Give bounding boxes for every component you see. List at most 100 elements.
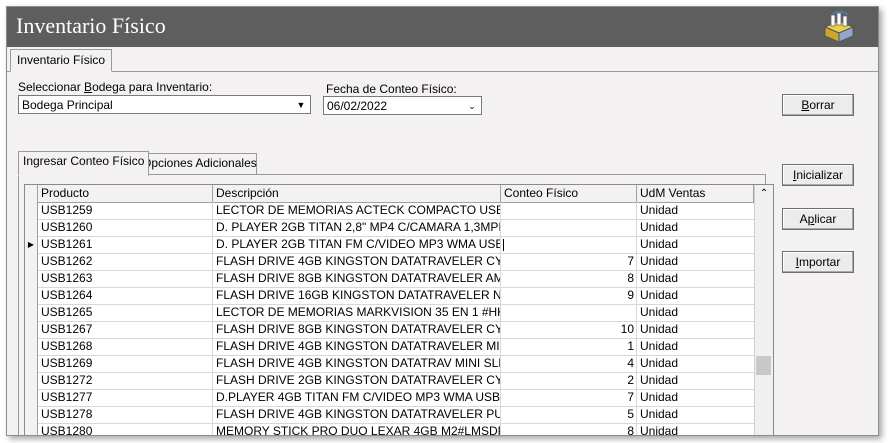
cell-producto[interactable]: USB1280 xyxy=(38,423,213,435)
cell-descripcion[interactable]: FLASH DRIVE 4GB KINGSTON DATATRAV MINI S… xyxy=(213,355,501,372)
cell-producto[interactable]: USB1272 xyxy=(38,372,213,389)
cell-descripcion[interactable]: LECTOR DE MEMORIAS ACTECK COMPACTO USB2,… xyxy=(213,202,501,219)
row-indicator xyxy=(25,406,38,423)
row-indicator xyxy=(25,202,38,219)
cell-conteo-editing[interactable] xyxy=(501,236,637,253)
cell-descripcion[interactable]: D. PLAYER 2GB TITAN 2,8" MP4 C/CAMARA 1,… xyxy=(213,219,501,236)
table-row[interactable]: USB1264 FLASH DRIVE 16GB KINGSTON DATATR… xyxy=(25,287,754,305)
grid-vertical-scrollbar[interactable]: ⌃ xyxy=(754,185,773,435)
cell-udm[interactable]: Unidad xyxy=(637,253,754,270)
inicializar-button[interactable]: Inicializar xyxy=(782,164,854,186)
cell-udm[interactable]: Unidad xyxy=(637,338,754,355)
inventory-window: Inventario Físico Inventario Físico Sele… xyxy=(6,6,879,436)
cell-conteo[interactable]: 9 xyxy=(501,287,637,304)
cell-conteo[interactable]: 1 xyxy=(501,338,637,355)
calendar-dropdown-icon[interactable]: ⌄ xyxy=(465,99,479,113)
table-row[interactable]: USB1272 FLASH DRIVE 2GB KINGSTON DATATRA… xyxy=(25,372,754,390)
table-row[interactable]: USB1262 FLASH DRIVE 4GB KINGSTON DATATRA… xyxy=(25,253,754,271)
cell-udm[interactable]: Unidad xyxy=(637,236,754,253)
scrollbar-thumb[interactable] xyxy=(756,356,771,375)
cell-producto[interactable]: USB1267 xyxy=(38,321,213,338)
aplicar-button[interactable]: Aplicar xyxy=(782,208,854,230)
cell-descripcion[interactable]: FLASH DRIVE 8GB KINGSTON DATATRAVELER AM… xyxy=(213,270,501,287)
cell-descripcion[interactable]: FLASH DRIVE 16GB KINGSTON DATATRAVELER N… xyxy=(213,287,501,304)
cell-descripcion[interactable]: FLASH DRIVE 4GB KINGSTON DATATRAVELER PU… xyxy=(213,406,501,423)
cell-descripcion[interactable]: MEMORY STICK PRO DUO LEXAR 4GB M2#LMSDP4… xyxy=(213,423,501,435)
cell-descripcion[interactable]: D. PLAYER 2GB TITAN FM C/VIDEO MP3 WMA U… xyxy=(213,236,501,253)
table-row[interactable]: USB1259 LECTOR DE MEMORIAS ACTECK COMPAC… xyxy=(25,202,754,220)
cell-producto[interactable]: USB1264 xyxy=(38,287,213,304)
table-row[interactable]: USB1267 FLASH DRIVE 8GB KINGSTON DATATRA… xyxy=(25,321,754,339)
table-row[interactable]: USB1269 FLASH DRIVE 4GB KINGSTON DATATRA… xyxy=(25,355,754,373)
cell-conteo[interactable]: 2 xyxy=(501,372,637,389)
cell-udm[interactable]: Unidad xyxy=(637,304,754,321)
cell-descripcion[interactable]: FLASH DRIVE 4GB KINGSTON DATATRAVELER CY… xyxy=(213,253,501,270)
table-row-current[interactable]: ▶ USB1261 D. PLAYER 2GB TITAN FM C/VIDEO… xyxy=(25,236,754,254)
chevron-down-icon[interactable]: ▼ xyxy=(294,98,308,112)
cell-udm[interactable]: Unidad xyxy=(637,321,754,338)
cell-udm[interactable]: Unidad xyxy=(637,270,754,287)
header-descripcion[interactable]: Descripción xyxy=(213,185,501,202)
fecha-label: Fecha de Conteo Físico: xyxy=(326,82,457,96)
cell-conteo[interactable]: 7 xyxy=(501,389,637,406)
tab-opciones-adicionales[interactable]: Opciones Adicionales xyxy=(137,153,257,175)
cell-producto[interactable]: USB1265 xyxy=(38,304,213,321)
header-conteo[interactable]: Conteo Físico xyxy=(501,185,637,202)
header-udm[interactable]: UdM Ventas xyxy=(637,185,754,202)
cell-producto[interactable]: USB1261 xyxy=(38,236,213,253)
cell-producto[interactable]: USB1278 xyxy=(38,406,213,423)
cell-udm[interactable]: Unidad xyxy=(637,202,754,219)
header-indicator xyxy=(25,185,38,202)
scroll-up-icon[interactable]: ⌃ xyxy=(757,187,771,201)
tab-panel: Producto Descripción Conteo Físico UdM V… xyxy=(18,174,774,435)
cell-udm[interactable]: Unidad xyxy=(637,355,754,372)
table-row[interactable]: USB1277 D.PLAYER 4GB TITAN FM C/VIDEO MP… xyxy=(25,389,754,407)
cell-udm[interactable]: Unidad xyxy=(637,287,754,304)
cell-descripcion[interactable]: D.PLAYER 4GB TITAN FM C/VIDEO MP3 WMA US… xyxy=(213,389,501,406)
cell-udm[interactable]: Unidad xyxy=(637,219,754,236)
cell-descripcion[interactable]: FLASH DRIVE 2GB KINGSTON DATATRAVELER CY… xyxy=(213,372,501,389)
table-row[interactable]: USB1268 FLASH DRIVE 4GB KINGSTON DATATRA… xyxy=(25,338,754,356)
inicializar-rest: nicializar xyxy=(796,168,844,182)
cell-descripcion[interactable]: FLASH DRIVE 4GB KINGSTON DATATRAVELER MI… xyxy=(213,338,501,355)
row-indicator xyxy=(25,219,38,236)
cell-udm[interactable]: Unidad xyxy=(637,406,754,423)
cell-conteo[interactable]: 8 xyxy=(501,270,637,287)
aplicar-rest: licar xyxy=(814,212,837,226)
cell-producto[interactable]: USB1269 xyxy=(38,355,213,372)
cell-conteo[interactable]: 5 xyxy=(501,406,637,423)
bodega-select[interactable]: Bodega Principal ▼ xyxy=(18,95,311,114)
header-producto[interactable]: Producto xyxy=(38,185,213,202)
tab-inventario-fisico[interactable]: Inventario Físico xyxy=(10,49,113,72)
cell-producto[interactable]: USB1259 xyxy=(38,202,213,219)
cell-producto[interactable]: USB1277 xyxy=(38,389,213,406)
borrar-button[interactable]: Borrar xyxy=(782,94,854,116)
table-row[interactable]: USB1265 LECTOR DE MEMORIAS MARKVISION 35… xyxy=(25,304,754,322)
cell-conteo[interactable]: 7 xyxy=(501,253,637,270)
cell-producto[interactable]: USB1268 xyxy=(38,338,213,355)
cell-conteo[interactable]: 8 xyxy=(501,423,637,435)
cell-conteo[interactable]: 4 xyxy=(501,355,637,372)
cell-producto[interactable]: USB1263 xyxy=(38,270,213,287)
bodega-select-value: Bodega Principal xyxy=(22,98,113,112)
row-indicator xyxy=(25,253,38,270)
cell-udm[interactable]: Unidad xyxy=(637,423,754,435)
row-indicator xyxy=(25,270,38,287)
cell-udm[interactable]: Unidad xyxy=(637,372,754,389)
fecha-picker[interactable]: 06/02/2022 ⌄ xyxy=(323,96,482,115)
tab-ingresar-conteo[interactable]: Ingresar Conteo Físico xyxy=(18,151,149,176)
table-row[interactable]: USB1278 FLASH DRIVE 4GB KINGSTON DATATRA… xyxy=(25,406,754,424)
cell-conteo[interactable] xyxy=(501,219,637,236)
cell-conteo[interactable] xyxy=(501,304,637,321)
table-row[interactable]: USB1263 FLASH DRIVE 8GB KINGSTON DATATRA… xyxy=(25,270,754,288)
cell-producto[interactable]: USB1260 xyxy=(38,219,213,236)
cell-descripcion[interactable]: LECTOR DE MEMORIAS MARKVISION 35 EN 1 #H… xyxy=(213,304,501,321)
importar-button[interactable]: Importar xyxy=(782,251,854,273)
cell-conteo[interactable] xyxy=(501,202,637,219)
cell-producto[interactable]: USB1262 xyxy=(38,253,213,270)
cell-descripcion[interactable]: FLASH DRIVE 8GB KINGSTON DATATRAVELER CY… xyxy=(213,321,501,338)
table-row[interactable]: USB1260 D. PLAYER 2GB TITAN 2,8" MP4 C/C… xyxy=(25,219,754,237)
table-row[interactable]: USB1280 MEMORY STICK PRO DUO LEXAR 4GB M… xyxy=(25,423,754,435)
cell-udm[interactable]: Unidad xyxy=(637,389,754,406)
cell-conteo[interactable]: 10 xyxy=(501,321,637,338)
